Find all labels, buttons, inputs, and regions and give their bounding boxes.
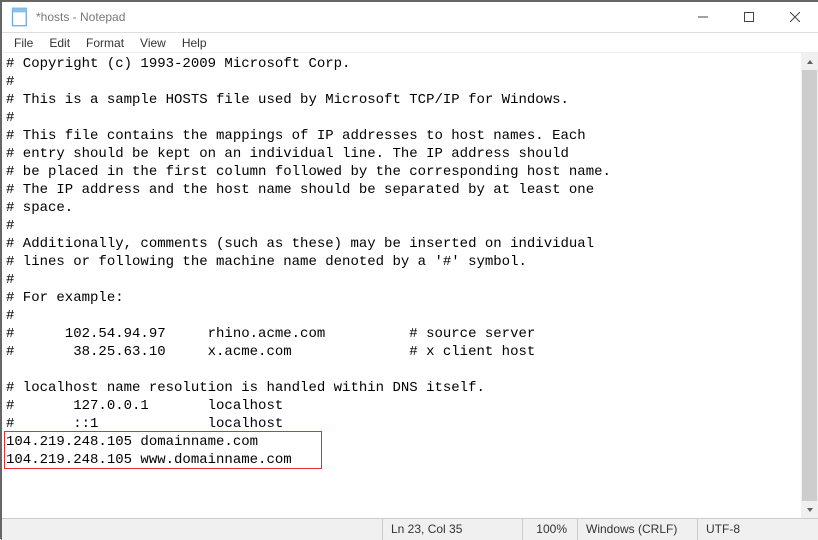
statusbar: Ln 23, Col 35 100% Windows (CRLF) UTF-8 (2, 518, 818, 540)
scrollbar-track[interactable] (801, 70, 818, 501)
editor-area: # Copyright (c) 1993-2009 Microsoft Corp… (2, 53, 818, 518)
menu-view[interactable]: View (132, 34, 174, 52)
vertical-scrollbar[interactable] (801, 53, 818, 518)
text-editor[interactable]: # Copyright (c) 1993-2009 Microsoft Corp… (2, 53, 801, 518)
status-cursor-position: Ln 23, Col 35 (382, 519, 522, 540)
menu-help[interactable]: Help (174, 34, 215, 52)
window-title: *hosts - Notepad (36, 10, 125, 24)
scroll-down-arrow-icon[interactable] (801, 501, 818, 518)
maximize-button[interactable] (726, 2, 772, 32)
status-encoding: UTF-8 (697, 519, 818, 540)
titlebar: *hosts - Notepad (2, 2, 818, 33)
menu-format[interactable]: Format (78, 34, 132, 52)
status-zoom: 100% (522, 519, 577, 540)
scrollbar-thumb[interactable] (802, 70, 817, 501)
close-button[interactable] (772, 2, 818, 32)
menu-file[interactable]: File (6, 34, 41, 52)
notepad-app-icon (10, 7, 30, 27)
menubar: File Edit Format View Help (2, 33, 818, 53)
status-line-ending: Windows (CRLF) (577, 519, 697, 540)
scroll-up-arrow-icon[interactable] (801, 53, 818, 70)
minimize-button[interactable] (680, 2, 726, 32)
menu-edit[interactable]: Edit (41, 34, 78, 52)
